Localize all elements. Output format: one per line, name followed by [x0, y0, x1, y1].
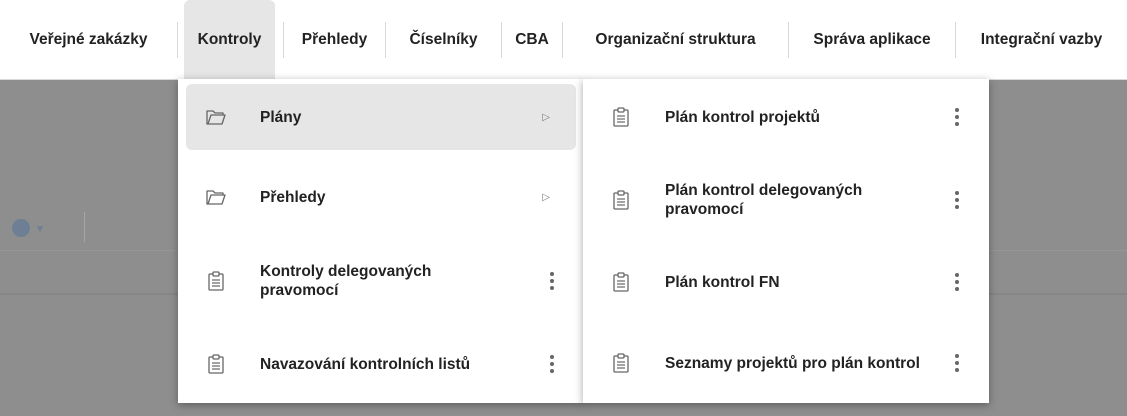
menu-item-label: Plán kontrol projektů — [665, 108, 821, 126]
clipboard-icon — [206, 353, 226, 375]
more-actions-icon[interactable] — [550, 272, 554, 290]
menu-item-seznamy-projektu-pro-plan-kontrol[interactable]: Seznamy projektů pro plán kontrol — [591, 327, 981, 399]
menu-item-label: Plán kontrol delegovaných pravomocí — [665, 182, 863, 218]
nav-cba[interactable]: CBA — [502, 0, 562, 79]
folder-icon — [206, 106, 226, 128]
submenu-arrow-icon: ▷ — [542, 191, 550, 203]
nav-sprava-aplikace[interactable]: Správa aplikace — [789, 0, 955, 79]
menu-item-label: Plán kontrol FN — [665, 273, 780, 291]
nav-integracni-vazby[interactable]: Integrační vazby — [956, 0, 1127, 79]
nav-verejne-zakazky[interactable]: Veřejné zakázky — [0, 0, 177, 79]
more-actions-icon[interactable] — [955, 108, 959, 126]
clipboard-icon — [611, 352, 631, 374]
menu-item-label: Přehledy — [260, 188, 326, 206]
nav-ciselniky[interactable]: Číselníky — [386, 0, 501, 79]
more-actions-icon[interactable] — [955, 191, 959, 209]
toolbar-divider — [84, 212, 85, 242]
nav-kontroly[interactable]: Kontroly — [184, 0, 275, 79]
menu-item-plan-kontrol-projektu[interactable]: Plán kontrol projektů — [591, 84, 981, 150]
menu-item-plan-kontrol-delegovanych-pravomoci[interactable]: Plán kontrol delegovaných pravomocí — [591, 164, 981, 236]
menu-item-label: Seznamy projektů pro plán kontrol — [665, 354, 920, 372]
folder-icon — [206, 186, 226, 208]
menu-item-plan-kontrol-fn[interactable]: Plán kontrol FN — [591, 249, 981, 315]
nav-organizacni-struktura[interactable]: Organizační struktura — [563, 0, 788, 79]
clipboard-icon — [611, 271, 631, 293]
submenu-arrow-icon: ▷ — [542, 111, 550, 123]
more-actions-icon[interactable] — [955, 273, 959, 291]
clipboard-icon — [206, 270, 226, 292]
more-actions-icon[interactable] — [955, 354, 959, 372]
menu-item-label: Kontroly delegovaných pravomocí — [260, 263, 432, 299]
chevron-down-icon: ▼ — [35, 224, 45, 235]
menu-item-label: Navazování kontrolních listů — [260, 355, 471, 373]
clipboard-icon — [611, 189, 631, 211]
menu-item-prehledy[interactable]: Přehledy ▷ — [186, 164, 576, 230]
clipboard-icon — [611, 106, 631, 128]
menu-item-kontroly-delegovanych-pravomoci[interactable]: Kontroly delegovaných pravomocí — [186, 244, 576, 318]
top-navigation: Veřejné zakázky Kontroly Přehledy Číseln… — [0, 0, 1127, 80]
plany-submenu: Plán kontrol projektů Plán kontrol deleg… — [583, 79, 989, 403]
menu-item-label: Plány — [260, 108, 302, 126]
nav-separator — [177, 22, 178, 58]
globe-icon — [12, 219, 30, 237]
kontroly-dropdown-menu: Plány ▷ Přehledy ▷ Kontroly delegovaných… — [178, 79, 584, 403]
menu-item-navazovani-kontrolnich-listu[interactable]: Navazování kontrolních listů — [186, 331, 576, 397]
more-actions-icon[interactable] — [550, 355, 554, 373]
menu-item-plany[interactable]: Plány ▷ — [186, 84, 576, 150]
nav-prehledy[interactable]: Přehledy — [284, 0, 385, 79]
